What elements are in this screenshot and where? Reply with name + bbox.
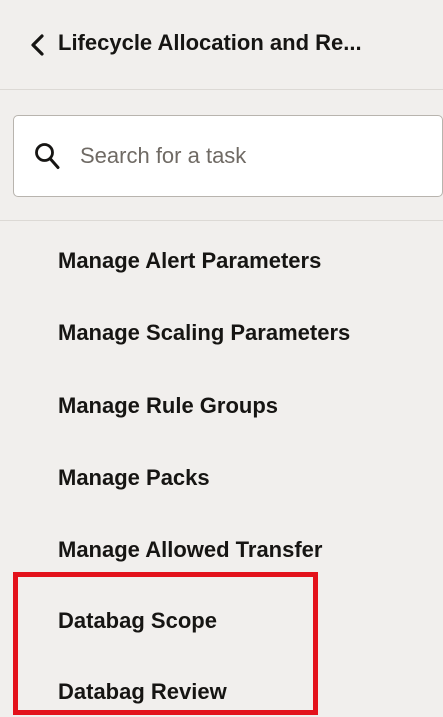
task-manage-rule-groups[interactable]: Manage Rule Groups (58, 391, 278, 421)
search-icon (34, 142, 60, 170)
task-manage-scaling-parameters[interactable]: Manage Scaling Parameters (58, 318, 350, 348)
panel-header: Lifecycle Allocation and Re... (0, 0, 443, 90)
chevron-left-icon[interactable] (30, 34, 46, 56)
search-box[interactable] (13, 115, 443, 197)
task-databag-scope[interactable]: Databag Scope (58, 606, 217, 636)
search-input[interactable] (80, 136, 420, 176)
task-manage-allowed-transfer[interactable]: Manage Allowed Transfer (58, 535, 322, 565)
task-manage-alert-parameters[interactable]: Manage Alert Parameters (58, 246, 321, 276)
divider (0, 220, 443, 221)
task-databag-review[interactable]: Databag Review (58, 677, 227, 707)
page-title[interactable]: Lifecycle Allocation and Re... (58, 28, 443, 58)
task-manage-packs[interactable]: Manage Packs (58, 463, 210, 493)
